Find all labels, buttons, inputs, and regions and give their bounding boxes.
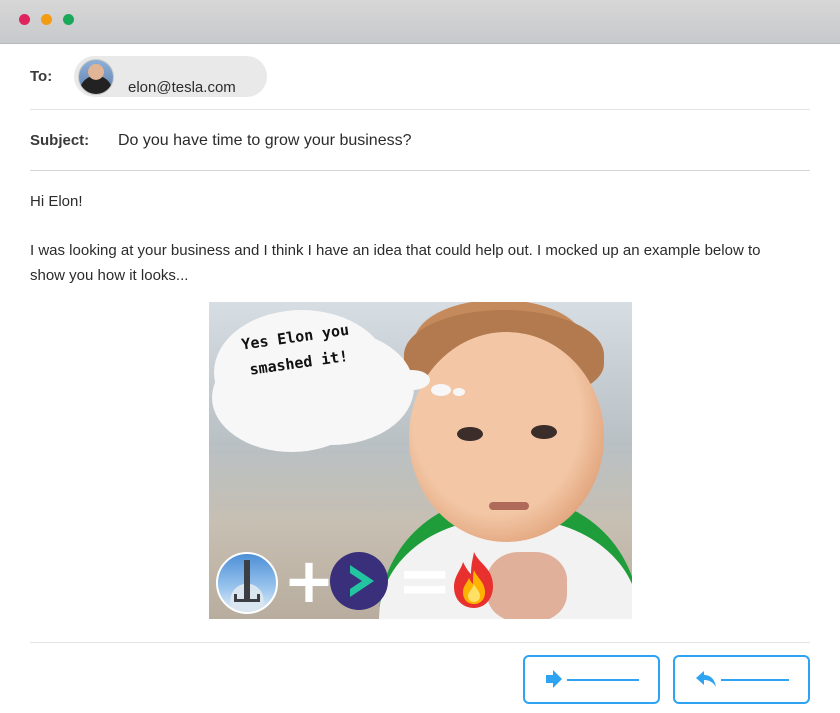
forward-arrow-icon (546, 670, 562, 688)
to-label: To: (30, 68, 53, 85)
plus-sign: + (283, 544, 335, 617)
minimize-window-button[interactable] (41, 14, 52, 25)
fire-icon (454, 552, 493, 608)
thought-puff (394, 370, 430, 390)
baby-face (409, 332, 604, 542)
reply-button[interactable] (673, 655, 810, 704)
email-window: To: elon@tesla.com Subject: Do you have … (0, 0, 840, 713)
baby-eye-right (531, 425, 557, 439)
rocket-legs (234, 594, 260, 602)
forward-button-line (567, 679, 639, 681)
play-logo-icon (330, 552, 388, 610)
baby-mouth (489, 502, 529, 510)
divider (30, 109, 810, 110)
rocket-icon (216, 552, 278, 614)
email-body: I was looking at your business and I thi… (30, 242, 761, 284)
reply-arrow-icon (696, 671, 716, 687)
thought-puff (453, 388, 465, 396)
subject-label: Subject: (30, 132, 90, 149)
maximize-window-button[interactable] (63, 14, 74, 25)
avatar (78, 59, 114, 95)
play-arrow-cutout (350, 573, 362, 589)
meme-image: Yes Elon you smashed it! + = (209, 302, 632, 619)
title-bar (0, 0, 840, 44)
divider (30, 170, 810, 171)
reply-button-line (721, 679, 789, 681)
recipient-email: elon@tesla.com (128, 79, 236, 96)
email-greeting: Hi Elon! (30, 193, 83, 210)
forward-button[interactable] (523, 655, 660, 704)
recipient-chip[interactable]: elon@tesla.com (74, 56, 267, 97)
close-window-button[interactable] (19, 14, 30, 25)
meme-equation: + = (209, 542, 632, 619)
baby-eye-left (457, 427, 483, 441)
thought-puff (431, 384, 451, 396)
subject-field[interactable]: Do you have time to grow your business? (118, 132, 411, 150)
divider (30, 642, 810, 643)
equals-sign: = (397, 542, 453, 619)
